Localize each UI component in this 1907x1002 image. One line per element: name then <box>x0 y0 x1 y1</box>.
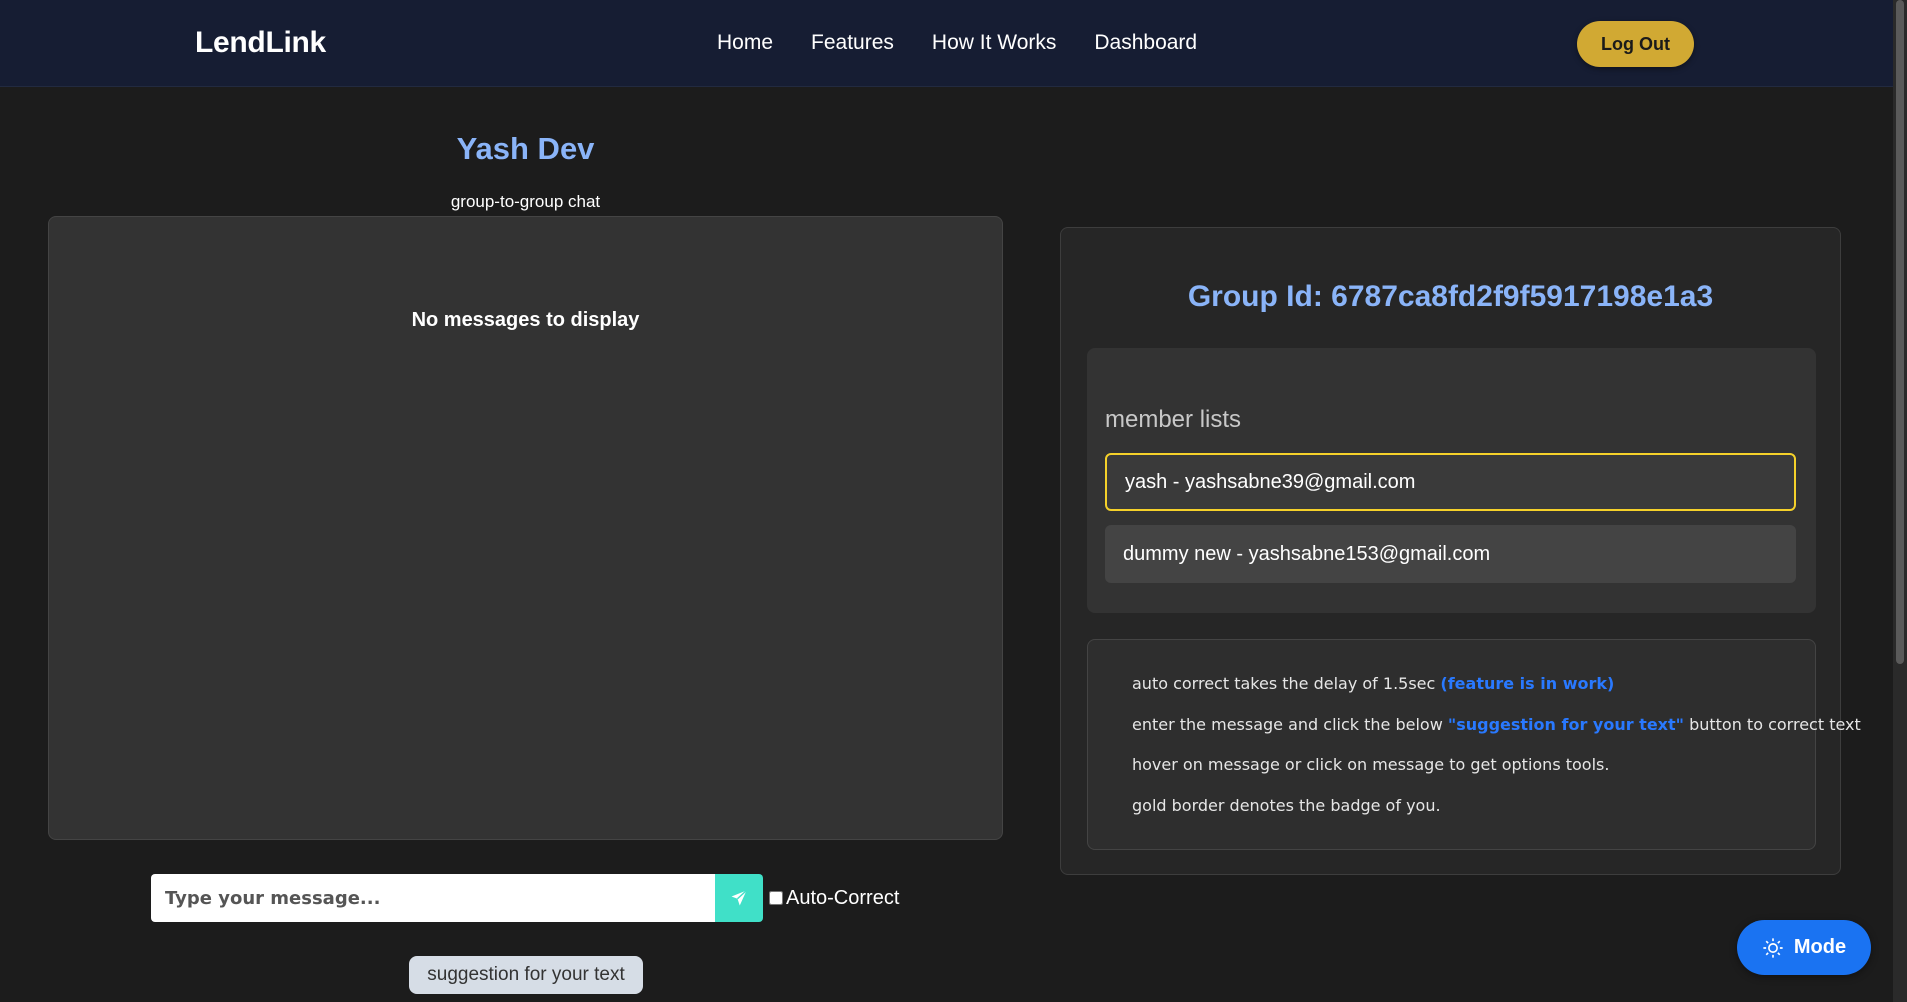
autocorrect-label: Auto-Correct <box>786 886 900 909</box>
info-highlight: (feature is in work) <box>1440 674 1615 693</box>
mode-label: Mode <box>1793 936 1847 958</box>
message-list[interactable]: No messages to display <box>48 216 1003 840</box>
empty-messages-text: No messages to display <box>411 309 640 331</box>
mode-toggle-button[interactable]: Mode <box>1737 920 1871 975</box>
message-composer: Auto-Correct <box>151 874 899 922</box>
message-input[interactable] <box>151 874 715 922</box>
nav-link-home[interactable]: Home <box>717 31 773 55</box>
info-line-autocorrect: auto correct takes the delay of 1.5sec (… <box>1132 674 1614 693</box>
info-text: auto correct takes the delay of 1.5sec <box>1132 674 1441 693</box>
member-item-you[interactable]: yash - yashsabne39@gmail.com <box>1105 453 1796 511</box>
info-line-suggestion: enter the message and click the below "s… <box>1132 715 1861 734</box>
member-item[interactable]: dummy new - yashsabne153@gmail.com <box>1105 525 1796 583</box>
info-line-hover: hover on message or click on message to … <box>1132 755 1610 774</box>
info-box: auto correct takes the delay of 1.5sec (… <box>1087 639 1861 850</box>
chat-user-name: Yash Dev <box>456 131 595 166</box>
chat-type-label: group-to-group chat <box>450 192 601 211</box>
autocorrect-toggle[interactable]: Auto-Correct <box>769 887 899 910</box>
nav-links: Home Features How It Works Dashboard <box>717 31 1197 55</box>
suggestion-button[interactable]: suggestion for your text <box>409 956 643 994</box>
nav-link-dashboard[interactable]: Dashboard <box>1094 31 1197 55</box>
page: LendLink Home Features How It Works Dash… <box>0 0 1907 1002</box>
info-highlight: "suggestion for your text" <box>1447 715 1684 734</box>
nav-link-how-it-works[interactable]: How It Works <box>932 31 1056 55</box>
brand-logo[interactable]: LendLink <box>195 26 326 60</box>
logout-button[interactable]: Log Out <box>1577 21 1694 67</box>
navbar: LendLink Home Features How It Works Dash… <box>0 0 1893 87</box>
send-icon <box>731 889 748 906</box>
member-list-box: member lists yash - yashsabne39@gmail.co… <box>1087 348 1816 613</box>
member-list-title: member lists <box>1105 406 1242 433</box>
autocorrect-checkbox[interactable] <box>769 891 783 905</box>
scrollbar-thumb[interactable] <box>1896 0 1904 664</box>
send-button[interactable] <box>715 874 763 922</box>
info-line-badge: gold border denotes the badge of you. <box>1132 796 1441 815</box>
sun-icon <box>1763 937 1783 958</box>
info-text: enter the message and click the below <box>1132 715 1448 734</box>
nav-link-features[interactable]: Features <box>811 31 894 55</box>
group-id-title: Group Id: 6787ca8fd2f9f5917198e1a3 <box>1187 280 1714 313</box>
info-text: button to correct text <box>1683 715 1861 734</box>
group-panel: Group Id: 6787ca8fd2f9f5917198e1a3 membe… <box>1060 227 1861 875</box>
